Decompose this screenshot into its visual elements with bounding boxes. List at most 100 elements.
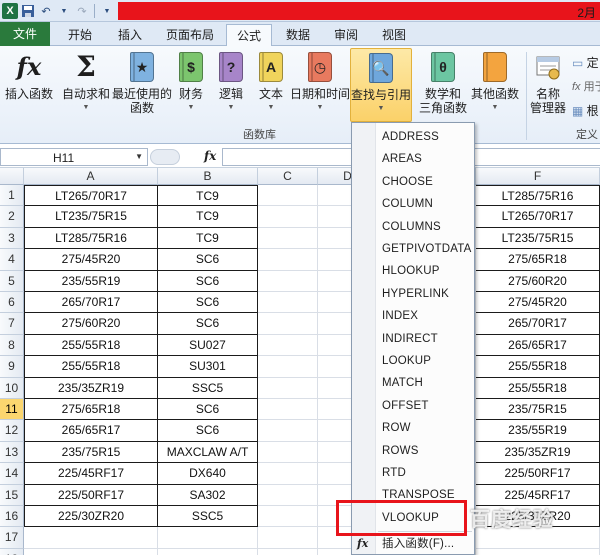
math-trig-button[interactable]: θ 数学和 三角函数: [418, 50, 468, 115]
menu-item-columns[interactable]: COLUMNS: [382, 216, 441, 238]
menu-item-row[interactable]: ROW: [382, 417, 411, 439]
table-cell[interactable]: 225/30ZR20: [24, 506, 158, 528]
table-cell[interactable]: 225/50RF17: [476, 463, 600, 485]
table-cell[interactable]: 235/55R19: [24, 270, 158, 292]
create-from-selection-button[interactable]: ▦ 根: [572, 102, 599, 119]
table-cell[interactable]: SU027: [158, 334, 258, 357]
table-cell[interactable]: 235/75R15: [476, 399, 600, 421]
table-cell[interactable]: TC9: [158, 185, 258, 207]
excel-icon[interactable]: X: [2, 3, 18, 19]
row-header-1[interactable]: 1: [0, 185, 24, 207]
table-cell[interactable]: 235/35ZR19: [476, 441, 600, 464]
logical-button[interactable]: ? 逻辑 ▼: [214, 50, 248, 115]
tab-formulas[interactable]: 公式: [226, 24, 273, 47]
table-cell[interactable]: SC6: [158, 270, 258, 292]
autosum-button[interactable]: Σ 自动求和 ▼: [60, 50, 112, 115]
menu-item-insert-function[interactable]: 插入函数(F)...: [382, 533, 454, 555]
table-cell[interactable]: SSC5: [158, 377, 258, 399]
row-header-12[interactable]: 12: [0, 420, 24, 442]
row-header-9[interactable]: 9: [0, 356, 24, 378]
column-header-b[interactable]: B: [158, 168, 258, 185]
menu-item-offset[interactable]: OFFSET: [382, 395, 429, 417]
table-cell[interactable]: LT265/70R17: [24, 185, 158, 207]
chevron-down-icon[interactable]: ▼: [135, 152, 143, 161]
table-cell[interactable]: 255/55R18: [24, 334, 158, 357]
table-cell[interactable]: LT235/75R15: [24, 206, 158, 228]
table-cell[interactable]: SC6: [158, 420, 258, 442]
worksheet-grid[interactable]: ABCDF123456789101112131415161718LT265/70…: [0, 168, 600, 555]
menu-item-column[interactable]: COLUMN: [382, 193, 433, 215]
row-header-11[interactable]: 11: [0, 399, 24, 421]
table-cell[interactable]: 265/65R17: [24, 420, 158, 442]
row-header-2[interactable]: 2: [0, 206, 24, 228]
row-header-5[interactable]: 5: [0, 270, 24, 292]
name-box[interactable]: H11 ▼: [0, 148, 148, 166]
table-cell[interactable]: TC9: [158, 206, 258, 228]
table-cell[interactable]: DX640: [158, 463, 258, 485]
table-cell[interactable]: SC6: [158, 399, 258, 421]
menu-item-choose[interactable]: CHOOSE: [382, 171, 433, 193]
row-header-10[interactable]: 10: [0, 377, 24, 399]
table-cell[interactable]: 265/65R17: [476, 334, 600, 357]
row-header-16[interactable]: 16: [0, 506, 24, 528]
table-cell[interactable]: LT235/75R15: [476, 227, 600, 250]
table-cell[interactable]: SSC5: [158, 506, 258, 528]
define-name-button[interactable]: ▭ 定: [572, 54, 599, 71]
row-header-7[interactable]: 7: [0, 313, 24, 335]
row-header-18[interactable]: 18: [0, 548, 24, 555]
menu-item-match[interactable]: MATCH: [382, 372, 423, 394]
tab-page-layout[interactable]: 页面布局: [156, 24, 224, 46]
use-in-formula-button[interactable]: fx 用于: [572, 78, 600, 94]
table-cell[interactable]: 275/65R18: [24, 399, 158, 421]
table-cell[interactable]: 275/65R18: [476, 249, 600, 271]
lookup-reference-button[interactable]: 🔍 查找与引用 ▼: [350, 48, 412, 122]
table-cell[interactable]: 225/45RF17: [24, 463, 158, 485]
table-cell[interactable]: 255/55R18: [476, 356, 600, 378]
menu-item-address[interactable]: ADDRESS: [382, 126, 439, 148]
insert-function-fx-icon[interactable]: fx: [204, 149, 216, 163]
table-cell[interactable]: SC6: [158, 292, 258, 314]
table-cell[interactable]: 225/50RF17: [24, 484, 158, 506]
tab-data[interactable]: 数据: [276, 24, 320, 46]
row-header-8[interactable]: 8: [0, 334, 24, 357]
table-cell[interactable]: 235/55R19: [476, 420, 600, 442]
table-cell[interactable]: 255/55R18: [24, 356, 158, 378]
datetime-button[interactable]: ◷ 日期和时间 ▼: [290, 50, 350, 115]
text-button[interactable]: A 文本 ▼: [254, 50, 288, 115]
menu-item-areas[interactable]: AREAS: [382, 148, 422, 170]
table-cell[interactable]: MAXCLAW A/T: [158, 441, 258, 464]
table-cell[interactable]: 275/60R20: [24, 313, 158, 335]
table-cell[interactable]: LT285/75R16: [476, 185, 600, 207]
table-cell[interactable]: SC6: [158, 313, 258, 335]
table-cell[interactable]: SU301: [158, 356, 258, 378]
tab-view[interactable]: 视图: [372, 24, 416, 46]
insert-function-button[interactable]: fx 插入函数: [2, 50, 56, 102]
table-cell[interactable]: 255/55R18: [476, 377, 600, 399]
select-all-corner[interactable]: [0, 168, 24, 185]
name-manager-button[interactable]: 名称 管理器: [528, 50, 568, 115]
row-header-6[interactable]: 6: [0, 292, 24, 314]
table-cell[interactable]: 265/70R17: [24, 292, 158, 314]
row-header-17[interactable]: 17: [0, 527, 24, 549]
column-header-c[interactable]: C: [258, 168, 318, 185]
table-cell[interactable]: LT265/70R17: [476, 206, 600, 228]
undo-dropdown-icon[interactable]: ▼: [56, 3, 72, 19]
menu-item-rows[interactable]: ROWS: [382, 440, 419, 462]
table-cell[interactable]: 275/45R20: [24, 249, 158, 271]
menu-item-hyperlink[interactable]: HYPERLINK: [382, 283, 449, 305]
row-header-4[interactable]: 4: [0, 249, 24, 271]
customize-qat-icon[interactable]: ▼: [99, 3, 115, 19]
table-cell[interactable]: 235/35ZR19: [24, 377, 158, 399]
table-cell[interactable]: SC6: [158, 249, 258, 271]
more-functions-button[interactable]: 其他函数 ▼: [468, 50, 522, 115]
tab-review[interactable]: 审阅: [324, 24, 368, 46]
menu-item-hlookup[interactable]: HLOOKUP: [382, 260, 440, 282]
table-cell[interactable]: TC9: [158, 227, 258, 250]
row-header-14[interactable]: 14: [0, 463, 24, 485]
menu-item-indirect[interactable]: INDIRECT: [382, 328, 438, 350]
table-cell[interactable]: 235/75R15: [24, 441, 158, 464]
menu-item-rtd[interactable]: RTD: [382, 462, 406, 484]
tab-insert[interactable]: 插入: [108, 24, 152, 46]
save-icon[interactable]: [20, 3, 36, 19]
table-cell[interactable]: 275/60R20: [476, 270, 600, 292]
